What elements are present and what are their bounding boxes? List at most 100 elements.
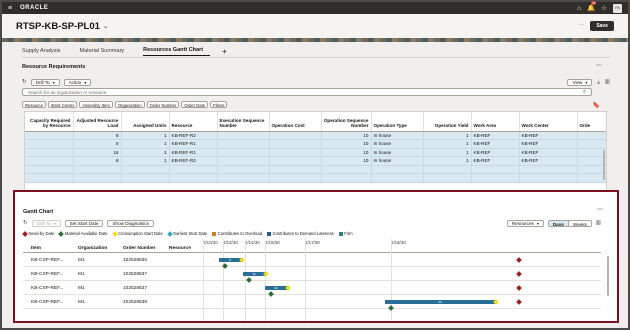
table-row[interactable] [25, 165, 606, 174]
column-header[interactable]: Operation Sequence Number [321, 112, 372, 132]
export-icon[interactable]: ⤓ [597, 79, 599, 85]
filter-chip[interactable]: Assembly Item [79, 101, 113, 108]
filter-chip[interactable]: Organization [114, 101, 145, 108]
action-menu[interactable]: Action [63, 78, 92, 86]
drill-to-menu[interactable]: Drill To [30, 78, 60, 86]
column-header[interactable]: Resource [169, 112, 218, 132]
table-cell [217, 165, 270, 174]
table-cell [269, 131, 322, 140]
gantt-bar[interactable]: 8 [219, 258, 241, 262]
column-header[interactable]: Operation Type [371, 112, 424, 132]
gantt-cell: 102528636 [123, 258, 148, 263]
column-header-order-number[interactable]: Order Number [123, 246, 156, 251]
column-header[interactable]: Capacity Required by Resource [25, 112, 74, 132]
column-header-organization[interactable]: Organization [78, 246, 107, 251]
show-diagnostics-button[interactable]: Show Diagnostics [107, 219, 154, 227]
legend-label: Earliest Start Date [173, 231, 208, 236]
filter-chips: Resource Work Center Assembly Item Organ… [22, 101, 228, 108]
vertical-scrollbar[interactable] [607, 256, 609, 296]
column-header[interactable]: Work Center [519, 112, 578, 132]
gantt-row[interactable]: KB-CSP-REF... M1 102528636 8 [23, 253, 601, 269]
table-cell [519, 173, 578, 183]
table-cell: KB-REF [519, 156, 578, 166]
days-button[interactable]: Days [548, 220, 569, 226]
table-row[interactable]: 8 1 KB-REF-R2 10 In house 1 KB-REF KB-REF [25, 156, 606, 166]
table-cell [321, 173, 372, 183]
column-header[interactable]: Adjusted Resource Load [73, 112, 122, 132]
column-header[interactable]: Assigned Units [121, 112, 170, 132]
need-by-marker[interactable] [516, 271, 522, 277]
more-icon[interactable]: ⋯ [579, 23, 585, 29]
tab-divider [22, 57, 610, 58]
filter-chip[interactable]: Work Center [47, 101, 78, 108]
resources-menu[interactable]: Resources [506, 219, 544, 227]
gantt-bar[interactable]: 22 [265, 286, 287, 290]
column-header[interactable]: Operation Cost [269, 112, 322, 132]
table-cell: KB-REF-R2 [169, 131, 218, 140]
need-by-marker[interactable] [516, 299, 522, 305]
more-icon[interactable]: ⋯ [596, 62, 602, 69]
chevron-down-icon[interactable]: ⌄ [103, 23, 108, 30]
table-cell [471, 165, 520, 174]
oracle-logo[interactable]: ORACLE [20, 5, 48, 11]
tab-resources-gantt-chart[interactable]: Resources Gantt Chart [143, 47, 211, 56]
bookmark-icon[interactable]: 🔖 [593, 102, 600, 109]
plan-title[interactable]: RTSP-KB-SP-PL01 [16, 21, 100, 32]
table-cell [169, 165, 218, 174]
column-header[interactable]: Operation Yield [423, 112, 472, 132]
need-by-marker[interactable] [516, 285, 522, 291]
table-row[interactable]: 8 1 KB-REF-R2 10 In house 1 KB-REF KB-REF [25, 131, 606, 140]
table-cell [269, 139, 322, 149]
user-avatar[interactable]: PA [613, 3, 622, 13]
vertical-scrollbar[interactable] [603, 150, 605, 180]
column-header[interactable]: Work Area [471, 112, 520, 132]
table-row[interactable] [25, 173, 606, 183]
column-header-resource[interactable]: Resource [169, 246, 191, 251]
home-icon[interactable]: ⌂ [577, 5, 581, 12]
gantt-row[interactable]: KB-CSP-REF... M1 102528637 16 [23, 267, 601, 283]
filter-chip[interactable]: Order Number [146, 101, 180, 108]
table-cell: 8 [73, 156, 122, 166]
column-header[interactable]: Orde [577, 112, 606, 132]
columns-icon[interactable]: ▥ [596, 220, 601, 226]
notifications-icon[interactable]: 🔔 24 [587, 1, 597, 12]
table-cell [25, 156, 74, 166]
column-header-item[interactable]: Item [31, 246, 41, 251]
save-button[interactable]: Save [590, 21, 614, 31]
table-cell: In house [371, 131, 424, 140]
add-tab-icon[interactable]: + [222, 48, 227, 56]
table-cell: 10 [321, 131, 372, 140]
search-icon[interactable]: ⌕ [583, 89, 586, 96]
legend-label: Material Available Date [64, 231, 108, 236]
legend-label: Contributes to Overload [217, 231, 263, 236]
table-cell: 1 [423, 139, 472, 149]
gantt-bar[interactable]: 40 [385, 300, 495, 304]
table-cell [217, 148, 270, 157]
view-menu[interactable]: View [567, 78, 593, 86]
search-input[interactable]: Search for an organization or resource ⌕ [22, 88, 592, 96]
weeks-button[interactable]: Weeks [568, 220, 591, 226]
column-header[interactable]: Execution Sequence Number [217, 112, 270, 132]
set-start-date-button[interactable]: Set Start Date [64, 219, 104, 227]
table-cell: 1 [423, 148, 472, 157]
need-by-marker[interactable] [516, 257, 522, 263]
refresh-icon[interactable]: ↻ [22, 79, 27, 85]
tab-material-summary[interactable]: Material Summary [80, 48, 132, 56]
tab-supply-analysis[interactable]: Supply Analysis [22, 48, 68, 56]
table-cell: 8 [73, 131, 122, 140]
more-icon[interactable]: ⋯ [597, 206, 603, 213]
filters-button[interactable]: Filters [210, 101, 228, 108]
table-cell [73, 165, 122, 174]
table-row[interactable]: 16 1 KB-REF-R1 10 In house 1 KB-REF KB-REF [25, 148, 606, 157]
gantt-row[interactable]: KB-CSP-REF... M1 102528638 40 [23, 295, 601, 311]
gantt-bar[interactable]: 16 [243, 272, 265, 276]
help-icon[interactable]: ☆ [601, 4, 607, 12]
filter-chip[interactable]: Resource [22, 101, 46, 108]
gantt-row[interactable]: KB-CSP-REF... M1 102528637 22 [23, 281, 601, 297]
drill-to-menu[interactable]: Drill To [31, 219, 61, 227]
menu-icon[interactable]: ≡ [8, 5, 15, 12]
filter-chip[interactable]: Order Date [181, 101, 209, 108]
table-row[interactable]: 8 1 KB-REF-R1 10 In house 1 KB-REF KB-REF [25, 139, 606, 149]
columns-icon[interactable]: ▥ [605, 79, 610, 85]
refresh-icon[interactable]: ↻ [23, 220, 28, 226]
